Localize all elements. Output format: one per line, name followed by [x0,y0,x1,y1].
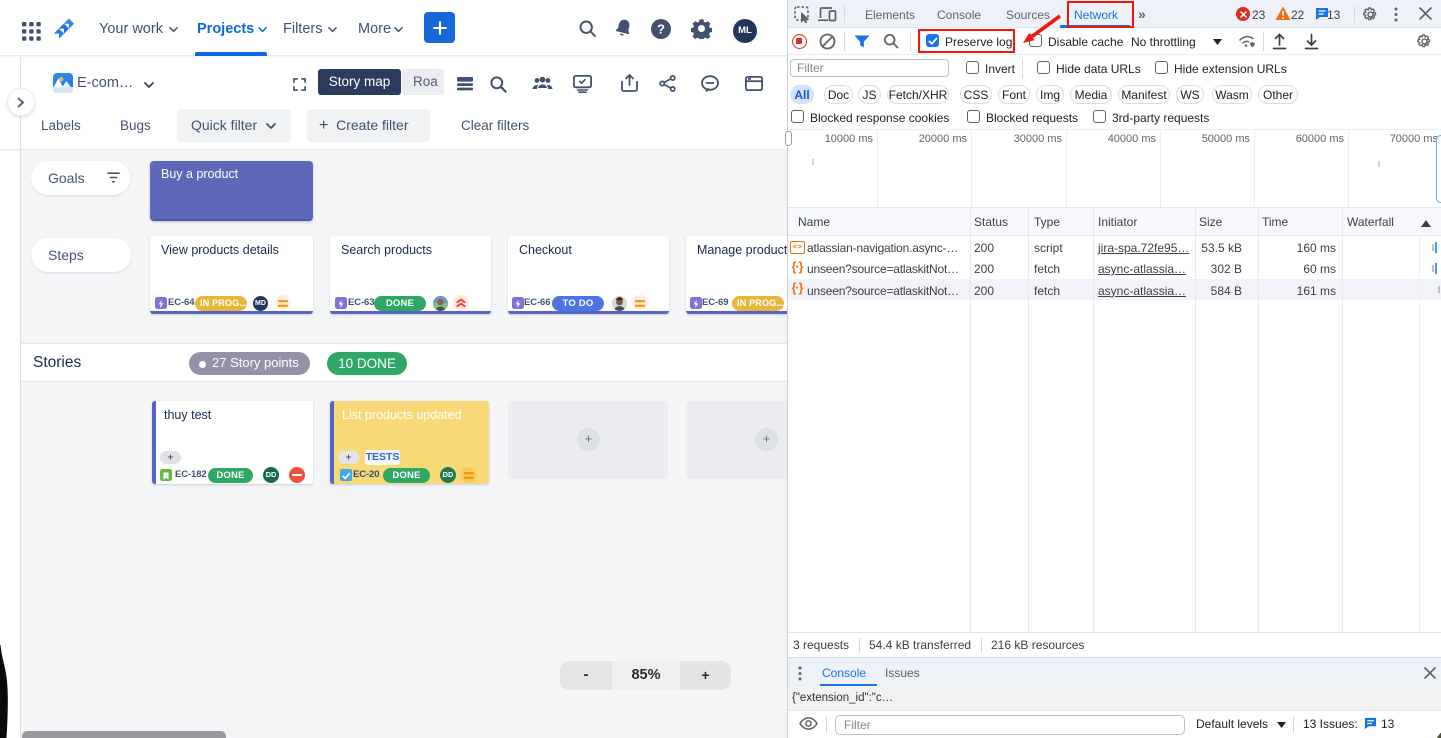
svg-text:?: ? [657,22,665,37]
